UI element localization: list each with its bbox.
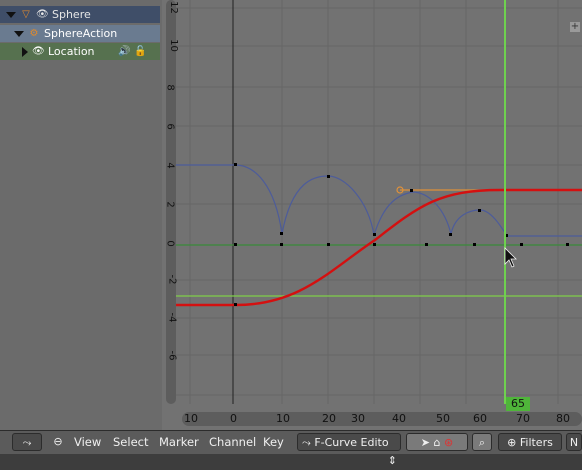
filters-button[interactable]: ⊕ Filters bbox=[498, 433, 562, 451]
x-tick: 10 bbox=[184, 412, 198, 425]
y-tick: -6 bbox=[166, 350, 178, 361]
x-tick: 40 bbox=[392, 412, 406, 425]
mode-dropdown[interactable]: ⤳ F-Curve Edito ⇕ bbox=[297, 433, 401, 467]
x-tick: 20 bbox=[322, 412, 336, 425]
x-curve bbox=[176, 188, 582, 307]
search-button[interactable]: ⌕ bbox=[472, 433, 492, 451]
y-curve bbox=[176, 164, 582, 237]
x-tick: 60 bbox=[473, 412, 487, 425]
y-tick: 0 bbox=[164, 240, 176, 247]
y-tick: -4 bbox=[166, 312, 178, 323]
y-tick: 6 bbox=[164, 123, 176, 130]
menu-channel[interactable]: Channel bbox=[209, 433, 256, 451]
y-tick: 4 bbox=[164, 162, 176, 169]
x-tick: 70 bbox=[516, 412, 530, 425]
x-tick: 80 bbox=[556, 412, 570, 425]
keyframe-points bbox=[234, 163, 569, 306]
menu-key[interactable]: Key bbox=[263, 433, 284, 451]
menu-view[interactable]: View bbox=[74, 433, 101, 451]
dropdown-arrows-icon: ⇕ bbox=[387, 454, 397, 467]
x-tick: 50 bbox=[436, 412, 450, 425]
collapse-menu-icon[interactable]: ⊖ bbox=[52, 433, 64, 451]
y-tick: 12 bbox=[167, 1, 179, 14]
normalize-icon[interactable]: ⊛ bbox=[444, 436, 453, 449]
fcurve-icon: ⤳ bbox=[302, 436, 311, 449]
cursor-icon[interactable]: ➤ bbox=[421, 436, 430, 449]
x-tick: 30 bbox=[351, 412, 365, 425]
graph-editor-icon: ⤳ bbox=[22, 436, 32, 449]
y-tick: 2 bbox=[164, 201, 176, 208]
graph-canvas bbox=[176, 0, 582, 404]
normalize-label: N bbox=[569, 436, 579, 449]
ghost-icon[interactable]: ⌂ bbox=[434, 436, 441, 449]
current-frame-indicator[interactable]: 65 bbox=[506, 397, 530, 411]
filters-label: Filters bbox=[519, 436, 553, 449]
y-tick: 10 bbox=[167, 39, 179, 52]
x-tick: 10 bbox=[276, 412, 290, 425]
mode-dropdown-label: F-Curve Edito bbox=[314, 436, 389, 449]
mouse-cursor bbox=[504, 247, 517, 268]
editor-type-button[interactable]: ⤳ bbox=[12, 433, 42, 451]
y-tick: 8 bbox=[164, 84, 176, 91]
menu-select[interactable]: Select bbox=[113, 433, 148, 451]
normalize-button[interactable]: N bbox=[566, 433, 582, 451]
menu-marker[interactable]: Marker bbox=[159, 433, 199, 451]
x-tick: 0 bbox=[230, 412, 237, 425]
magnifier-icon: ⌕ bbox=[478, 436, 486, 449]
y-tick: -2 bbox=[166, 274, 178, 285]
visibility-toggle-group[interactable]: ➤ ⌂ ⊛ bbox=[406, 433, 468, 451]
plus-circle-icon: ⊕ bbox=[507, 436, 517, 449]
grid-lines bbox=[176, 0, 582, 404]
region-expand-icon[interactable]: + bbox=[570, 22, 580, 32]
